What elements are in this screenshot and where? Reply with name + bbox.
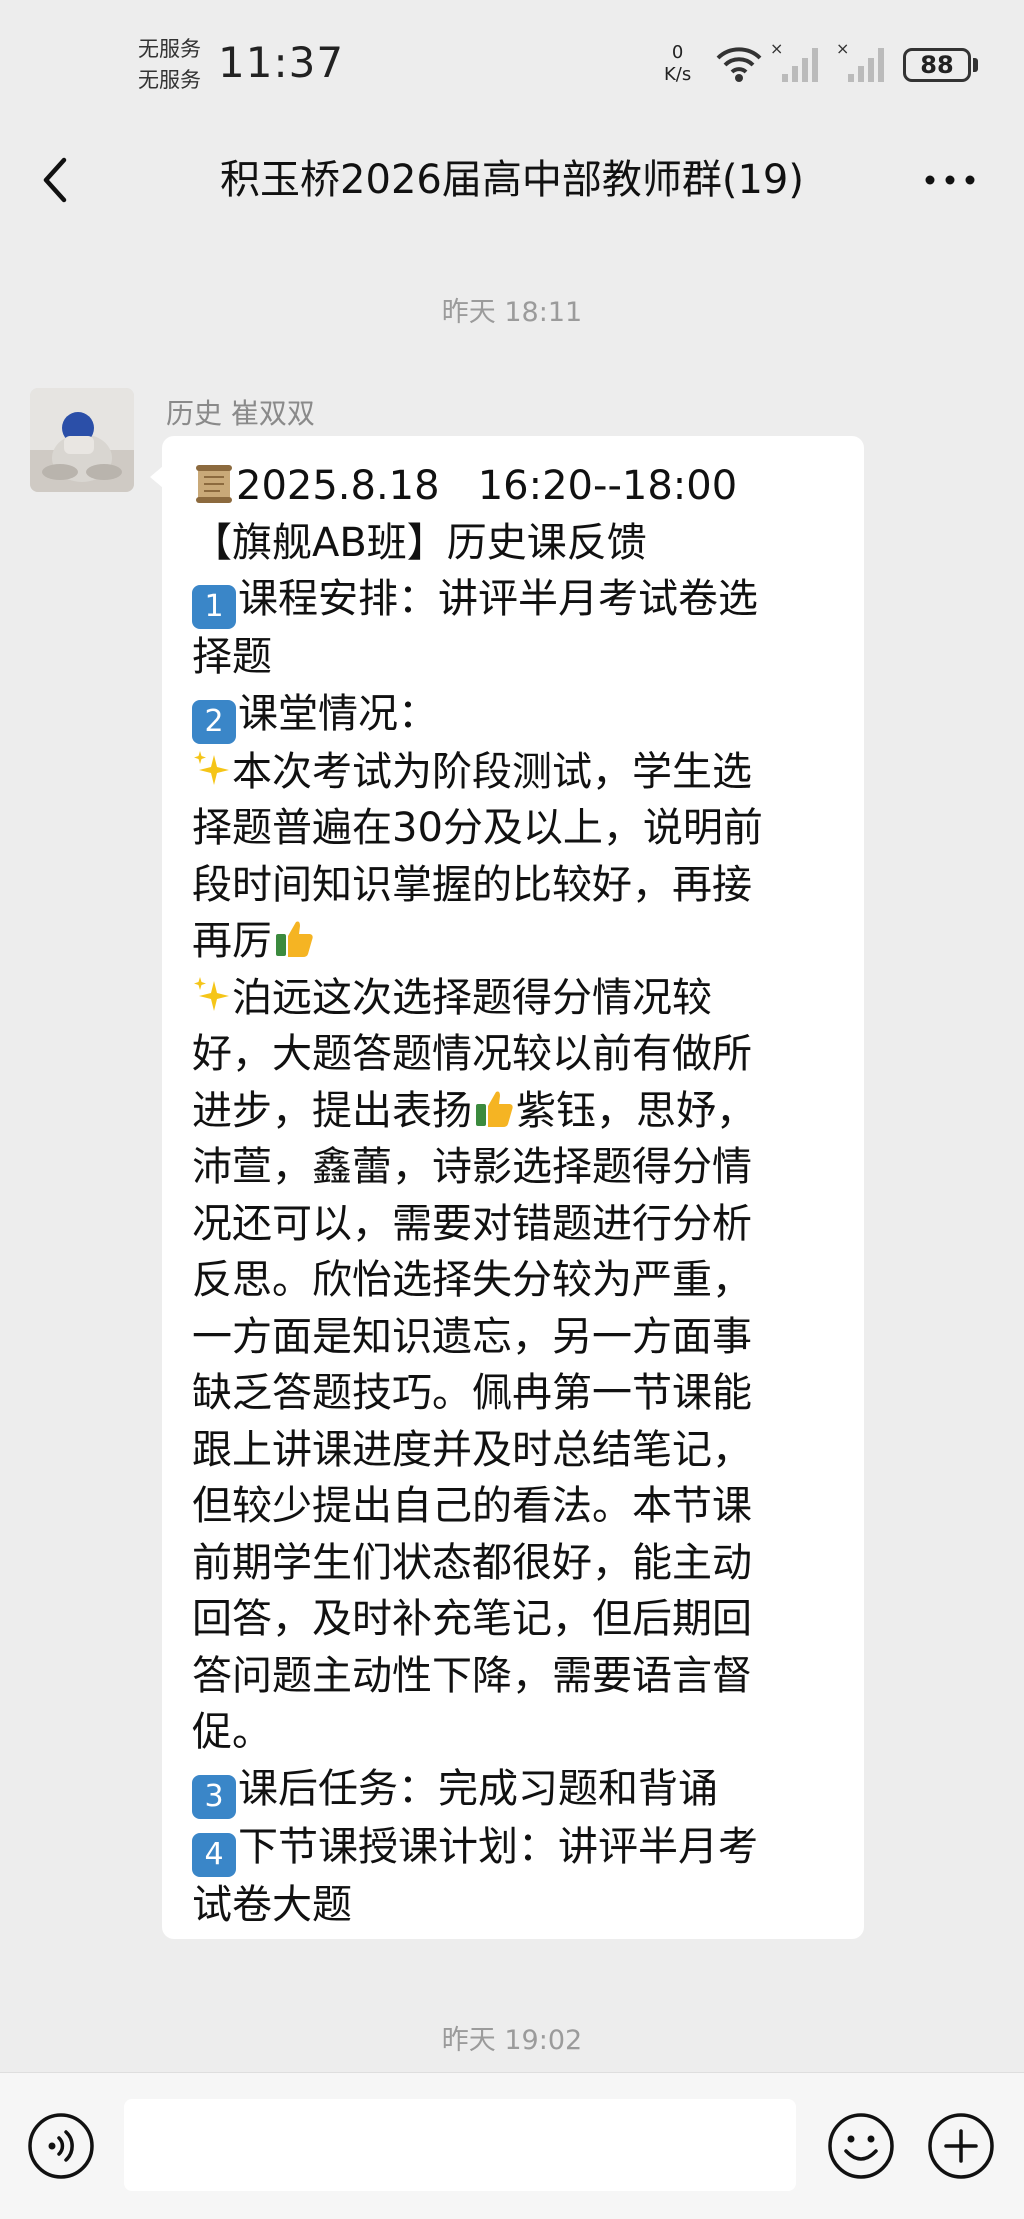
message-text: 课程安排：讲评半月考试卷选 [238, 576, 758, 622]
signal-icon: × [836, 40, 884, 82]
sender-name: 历史 崔双双 [166, 397, 315, 430]
message-text: 课堂情况： [238, 690, 438, 737]
avatar[interactable] [30, 388, 134, 492]
message-line: 泊远这次选择题得分情况较 [192, 970, 836, 1027]
message-line: 促。 [192, 1709, 272, 1755]
net-speed-unit: K/s [664, 64, 692, 85]
message-line: 本次考试为阶段测试，学生选 [192, 744, 836, 801]
message-line: 但较少提出自己的看法。本节课 [192, 1483, 752, 1529]
sparkles-icon [194, 750, 229, 785]
number-badge: 1 [192, 585, 236, 629]
message-line: 2025.8.18 16:20--18:00 [192, 458, 836, 515]
message-text: 进步，提出表扬 [192, 1087, 472, 1134]
input-bar [0, 2072, 1024, 2219]
carrier-label: 无服务 无服务 [138, 34, 201, 96]
message-line: 跟上讲课进度并及时总结笔记， [192, 1426, 752, 1473]
message-line: 再厉 [192, 913, 836, 970]
message-text: 泊远这次选择题得分情况较 [232, 974, 712, 1021]
message-line: 回答，及时补充笔记，但后期回 [192, 1596, 752, 1642]
message-line: 反思。欣怡选择失分较为严重， [192, 1257, 752, 1303]
message-text: 紫钰，思妤， [516, 1087, 756, 1134]
message-line: 进步，提出表扬 紫钰，思妤， [192, 1083, 836, 1140]
message-text: 课后任务：完成习题和背诵 [238, 1765, 718, 1812]
message-line: 【旗舰AB班】历史课反馈 [192, 519, 647, 566]
message-text: 再厉 [192, 918, 272, 964]
back-icon[interactable] [36, 154, 76, 206]
scroll-emoji-icon [196, 465, 232, 503]
wifi-icon [716, 47, 762, 82]
message-line: 3 课后任务：完成习题和背诵 [192, 1761, 836, 1819]
number-badge: 2 [192, 699, 236, 744]
sparkles-icon [194, 976, 229, 1011]
number-badge: 3 [192, 1774, 236, 1819]
signal-icon: × [770, 40, 818, 82]
carrier-2: 无服务 [138, 68, 201, 92]
net-speed: 0 K/s [664, 42, 691, 86]
message-line: 好，大题答题情况较以前有做所 [192, 1031, 752, 1077]
carrier-1: 无服务 [138, 37, 201, 61]
message-date: 2025.8.18 [236, 463, 440, 509]
message-line: 缺乏答题技巧。佩冉第一节课能 [192, 1370, 752, 1416]
message-text: 本次考试为阶段测试，学生选 [232, 748, 752, 795]
message-timestamp: 昨天 18:11 [441, 297, 583, 328]
voice-icon[interactable] [26, 2111, 96, 2181]
chat-title: 积玉桥2026届高中部教师群(19) [220, 157, 804, 203]
status-bar: 无服务 无服务 11:37 0 K/s × × 88 [0, 0, 1024, 130]
net-speed-value: 0 [671, 42, 684, 63]
message-line: 择题 [192, 634, 272, 680]
thumbs-up-icon [476, 1091, 513, 1127]
message-text: 下节课授课计划：讲评半月考 [238, 1823, 758, 1870]
message-line: 沛萱，鑫蕾，诗影选择题得分情 [192, 1144, 752, 1190]
svg-text:×: × [836, 40, 849, 58]
message-line: 1 课程安排：讲评半月考试卷选 [192, 571, 836, 629]
status-clock: 11:37 [218, 38, 345, 87]
nav-bar: 积玉桥2026届高中部教师群(19) [0, 130, 1024, 230]
message-input[interactable] [124, 2099, 796, 2191]
message-line: 答问题主动性下降，需要语言督 [192, 1652, 752, 1699]
message-time-range: 16:20--18:00 [477, 463, 738, 509]
battery-indicator: 88 [903, 48, 971, 82]
number-badge: 4 [192, 1832, 236, 1877]
message-line: 段时间知识掌握的比较好，再接 [192, 861, 752, 908]
message-line: 2 课堂情况： [192, 686, 836, 744]
message-line: 择题普遍在30分及以上，说明前 [192, 805, 763, 851]
message-line: 况还可以，需要对错题进行分析 [192, 1200, 752, 1247]
svg-text:×: × [770, 40, 783, 58]
message-line: 一方面是知识遗忘，另一方面事 [192, 1313, 752, 1360]
message-line: 4 下节课授课计划：讲评半月考 [192, 1819, 836, 1877]
message-line: 试卷大题 [192, 1881, 352, 1928]
more-icon[interactable] [920, 158, 980, 202]
thumbs-up-icon [276, 921, 313, 957]
message-line: 前期学生们状态都很好，能主动 [192, 1539, 752, 1586]
plus-icon[interactable] [926, 2111, 996, 2181]
battery-tip [973, 58, 978, 72]
message-bubble[interactable]: 2025.8.18 16:20--18:00 【旗舰AB班】历史课反馈 1 课程安… [162, 436, 864, 1939]
avatar-image [30, 388, 134, 492]
emoji-icon[interactable] [826, 2111, 896, 2181]
message-timestamp: 昨天 19:02 [441, 2025, 583, 2056]
